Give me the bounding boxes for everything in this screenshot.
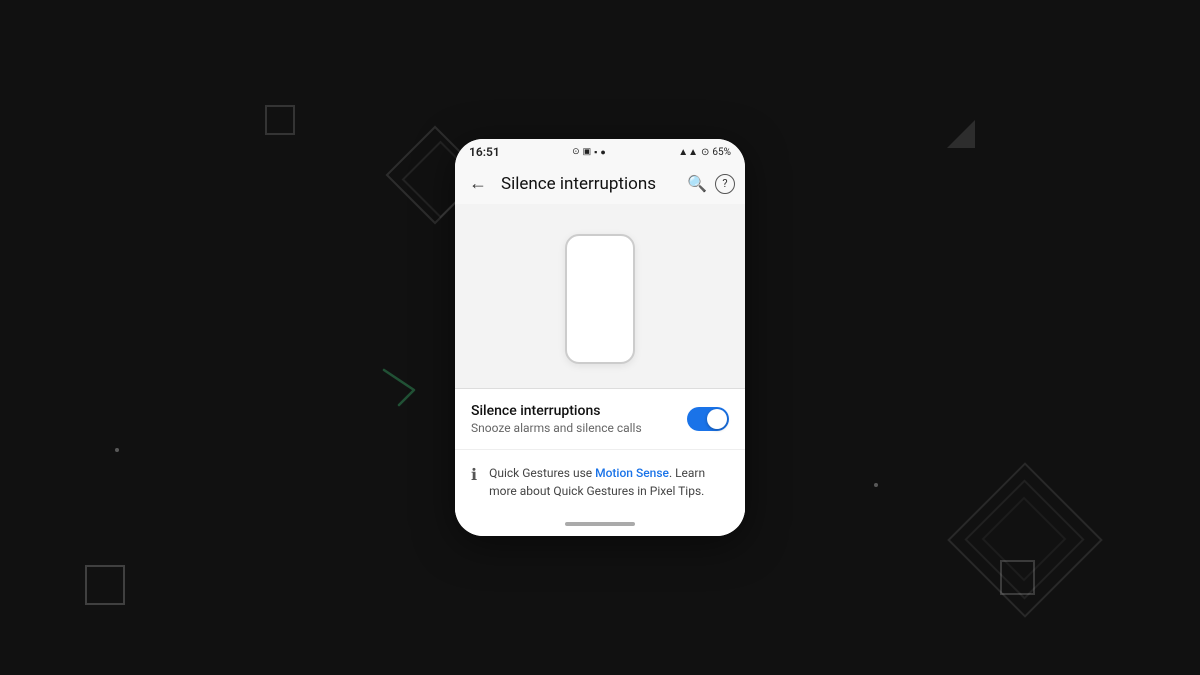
setting-subtitle: Snooze alarms and silence calls [471, 421, 675, 435]
silence-interruptions-toggle[interactable] [687, 407, 729, 431]
status-bar: 16:51 ⊙ ▣ ▪ ● ▲▲ ⊙ 65% [455, 139, 745, 163]
illustration-container [455, 204, 745, 388]
setting-title: Silence interruptions [471, 403, 675, 419]
phone-illustration [565, 234, 635, 364]
status-right: ▲▲ ⊙ 65% [678, 147, 731, 158]
app-bar: ← Silence interruptions 🔍 ? [455, 163, 745, 204]
setting-text: Silence interruptions Snooze alarms and … [471, 403, 675, 435]
app-bar-title: Silence interruptions [501, 174, 677, 194]
status-icon-dot: ● [600, 147, 605, 158]
info-section: ℹ Quick Gestures use Motion Sense. Learn… [455, 449, 745, 514]
toggle-knob [707, 409, 727, 429]
bg-decoration-square-br [1000, 560, 1035, 595]
bg-decoration-square-tl [265, 105, 295, 135]
bottom-bar [455, 514, 745, 536]
status-icons: ⊙ ▣ ▪ ● [572, 147, 606, 158]
bg-decoration-diamond-br3 [982, 497, 1067, 582]
bg-decoration-square-bl [85, 565, 125, 605]
bg-decoration-diamond-br [947, 462, 1103, 618]
info-text: Quick Gestures use Motion Sense. Learn m… [489, 464, 729, 500]
bg-dot-2 [874, 483, 878, 487]
back-button[interactable]: ← [465, 171, 491, 196]
content-area: Silence interruptions Snooze alarms and … [455, 204, 745, 514]
status-time: 16:51 [469, 145, 500, 159]
help-button[interactable]: ? [715, 174, 735, 194]
silence-interruptions-item: Silence interruptions Snooze alarms and … [455, 389, 745, 449]
battery-level: 65% [712, 147, 731, 158]
bg-dot-1 [115, 448, 119, 452]
status-icon-circle: ⊙ [572, 147, 580, 157]
motion-sense-link[interactable]: Motion Sense [595, 466, 669, 480]
status-icon-screen: ▣ [583, 147, 592, 157]
signal-icon: ▲▲ [678, 147, 698, 158]
settings-section: Silence interruptions Snooze alarms and … [455, 389, 745, 449]
info-text-prefix: Quick Gestures use [489, 466, 595, 480]
info-icon: ℹ [471, 465, 477, 484]
app-bar-actions: 🔍 ? [687, 174, 735, 194]
bg-decoration-triangle-tr [947, 120, 975, 148]
wifi-icon: ⊙ [701, 147, 709, 158]
status-icon-camera: ▪ [594, 147, 597, 158]
nav-indicator [565, 522, 635, 526]
bg-decoration-arrow [374, 360, 424, 410]
search-button[interactable]: 🔍 [687, 174, 707, 193]
bg-decoration-diamond-br2 [964, 479, 1084, 599]
settings-screen: 16:51 ⊙ ▣ ▪ ● ▲▲ ⊙ 65% ← Silence interru… [455, 139, 745, 536]
